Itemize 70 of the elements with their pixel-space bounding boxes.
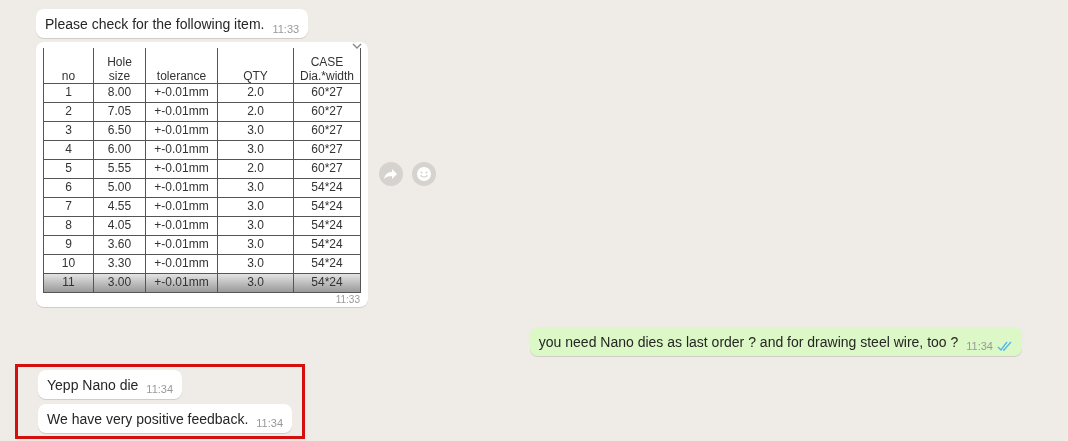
- table-cell: 8: [43, 216, 94, 235]
- message-time: 11:34: [256, 416, 283, 431]
- table-cell: +-0.01mm: [145, 140, 218, 159]
- table-cell: 6: [43, 178, 94, 197]
- table-cell: +-0.01mm: [145, 159, 218, 178]
- message-text: We have very positive feedback.: [47, 409, 249, 429]
- table-cell: 4.55: [93, 197, 146, 216]
- table-cell: 3.0: [217, 178, 294, 197]
- table-cell: +-0.01mm: [145, 273, 218, 292]
- table-cell: +-0.01mm: [145, 102, 218, 121]
- message-time: 11:33: [335, 293, 360, 306]
- table-cell: +-0.01mm: [145, 178, 218, 197]
- table-cell: +-0.01mm: [145, 83, 218, 102]
- table-cell: 54*24: [293, 254, 361, 273]
- message-text: you need Nano dies as last order ? and for drawing steel wire, too ?: [538, 332, 959, 352]
- column-header: tolerance: [156, 68, 207, 83]
- message-time: 11:34: [146, 382, 174, 397]
- table-cell: 8.00: [93, 83, 146, 102]
- table-cell: 3.30: [93, 254, 146, 273]
- table-cell: 3.0: [217, 140, 294, 159]
- table-cell: 60*27: [293, 102, 361, 121]
- table-cell: +-0.01mm: [145, 121, 218, 140]
- table-cell: 54*24: [293, 178, 361, 197]
- table-cell: 4.05: [93, 216, 146, 235]
- table-cell: 2.0: [217, 102, 294, 121]
- message-text: Please check for the following item.: [45, 15, 265, 34]
- table-cell: 11: [43, 273, 94, 292]
- table-cell: 60*27: [293, 140, 361, 159]
- column-header: Hole size: [107, 54, 132, 83]
- table-cell: 3: [43, 121, 94, 140]
- table-cell: 3.0: [217, 235, 294, 254]
- table-cell: 54*24: [293, 197, 361, 216]
- table-cell: 3.0: [217, 254, 294, 273]
- table-cell: 3.0: [217, 273, 294, 292]
- table-cell: 4: [43, 140, 94, 159]
- table-cell: 60*27: [293, 83, 361, 102]
- table-cell: 3.00: [93, 273, 146, 292]
- table-cell: 6.50: [93, 121, 146, 140]
- message-text: Yepp Nano die: [47, 375, 139, 395]
- table-cell: 3.0: [217, 216, 294, 235]
- table-cell: 60*27: [293, 159, 361, 178]
- message-time: 11:33: [272, 21, 300, 37]
- table-cell: 10: [43, 254, 94, 273]
- table-cell: 5.00: [93, 178, 146, 197]
- table-cell: 60*27: [293, 121, 361, 140]
- chevron-down-icon[interactable]: [352, 43, 362, 49]
- message-time: 11:34: [966, 339, 993, 354]
- table-cell: +-0.01mm: [145, 197, 218, 216]
- table-cell: 9: [43, 235, 94, 254]
- table-cell: 3.0: [217, 197, 294, 216]
- table-cell: 2.0: [217, 83, 294, 102]
- column-header: CASE Dia.*width: [300, 54, 354, 83]
- table-cell: 5.55: [93, 159, 146, 178]
- table-cell: +-0.01mm: [145, 254, 218, 273]
- table-cell: 3.0: [217, 121, 294, 140]
- table-cell: 5: [43, 159, 94, 178]
- table-cell: 54*24: [293, 235, 361, 254]
- table-cell: 6.00: [93, 140, 146, 159]
- table-cell: 2.0: [217, 159, 294, 178]
- column-header: no: [61, 68, 76, 83]
- table-cell: +-0.01mm: [145, 216, 218, 235]
- table-cell: 54*24: [293, 216, 361, 235]
- table-cell: 1: [43, 83, 94, 102]
- table-cell: 54*24: [293, 273, 361, 292]
- table-cell: 7: [43, 197, 94, 216]
- table-cell: 2: [43, 102, 94, 121]
- table-cell: 3.60: [93, 235, 146, 254]
- table-cell: +-0.01mm: [145, 235, 218, 254]
- column-header: QTY: [243, 68, 268, 83]
- table-cell: 7.05: [93, 102, 146, 121]
